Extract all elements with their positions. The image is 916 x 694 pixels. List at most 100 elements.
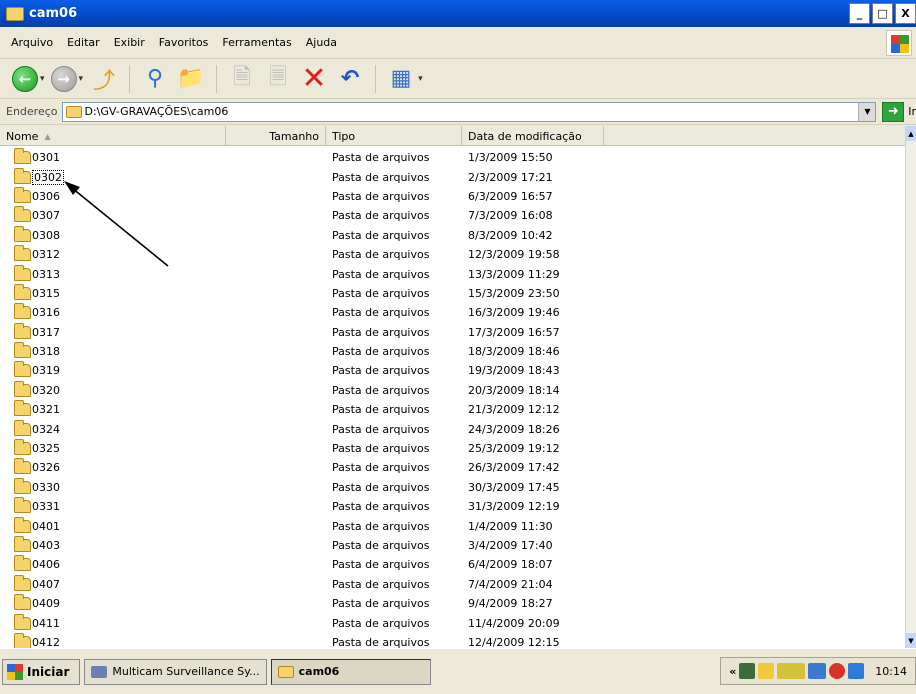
table-row[interactable]: 0302 Pasta de arquivos 2/3/2009 17:21 [0, 167, 905, 186]
file-name-cell[interactable]: 0319 [0, 361, 226, 378]
menu-arquivo[interactable]: Arquivo [4, 36, 60, 49]
tray-messenger-icon[interactable] [808, 663, 827, 679]
table-row[interactable]: 0317 Pasta de arquivos 17/3/2009 16:57 [0, 322, 905, 342]
file-name-cell[interactable]: 0320 [0, 380, 226, 397]
table-row[interactable]: 0406 Pasta de arquivos 6/4/2009 18:07 [0, 555, 905, 574]
minimize-button[interactable]: _ [849, 3, 870, 24]
file-name-cell[interactable]: 0302 [0, 167, 226, 185]
file-name-cell[interactable]: 0313 [0, 264, 226, 281]
file-name-cell[interactable]: 0325 [0, 439, 226, 456]
file-name: 0318 [32, 345, 60, 359]
table-row[interactable]: 0331 Pasta de arquivos 31/3/2009 12:19 [0, 497, 905, 516]
copy-to-icon[interactable]: 🗏 [263, 64, 293, 94]
file-name-cell[interactable]: 0318 [0, 342, 226, 359]
column-header-name[interactable]: Nome ▲ [0, 126, 226, 146]
file-name-cell[interactable]: 0315 [0, 283, 226, 300]
table-row[interactable]: 0308 Pasta de arquivos 8/3/2009 10:42 [0, 225, 905, 245]
table-row[interactable]: 0306 Pasta de arquivos 6/3/2009 16:57 [0, 186, 905, 206]
file-type-cell: Pasta de arquivos [332, 286, 430, 300]
file-name-cell[interactable]: 0326 [0, 458, 226, 475]
file-name-cell[interactable]: 0411 [0, 613, 226, 630]
table-row[interactable]: 0301 Pasta de arquivos 1/3/2009 15:50 [0, 148, 905, 167]
file-name-cell[interactable]: 0403 [0, 536, 226, 552]
search-icon[interactable]: ⚲ [140, 64, 170, 94]
table-row[interactable]: 0319 Pasta de arquivos 19/3/2009 18:43 [0, 361, 905, 380]
menu-ajuda[interactable]: Ajuda [299, 36, 344, 49]
file-name-cell[interactable]: 0301 [0, 148, 226, 165]
file-name-cell[interactable]: 0306 [0, 186, 226, 203]
table-row[interactable]: 0409 Pasta de arquivos 9/4/2009 18:27 [0, 594, 905, 613]
go-arrow-icon[interactable]: ➜ [882, 101, 905, 122]
table-row[interactable]: 0307 Pasta de arquivos 7/3/2009 16:08 [0, 206, 905, 225]
scroll-up-icon[interactable]: ▲ [906, 126, 916, 141]
file-name: 0301 [32, 151, 60, 165]
column-header-type[interactable]: Tipo [326, 126, 462, 146]
tray-folder-icon[interactable] [758, 663, 775, 679]
back-icon[interactable]: ← [12, 65, 38, 92]
menu-ferramentas[interactable]: Ferramentas [215, 36, 298, 49]
vertical-scrollbar[interactable]: ▲ ▼ [905, 126, 916, 648]
file-name-cell[interactable]: 0331 [0, 497, 226, 514]
close-button[interactable]: X [895, 3, 916, 24]
file-name-cell[interactable]: 0324 [0, 419, 226, 436]
tray-antivirus-icon[interactable] [829, 663, 846, 679]
file-name-cell[interactable]: 0409 [0, 594, 226, 611]
tray-expand-icon[interactable]: « [729, 665, 736, 678]
table-row[interactable]: 0401 Pasta de arquivos 1/4/2009 11:30 [0, 516, 905, 535]
maximize-button[interactable]: □ [872, 3, 893, 24]
views-icon[interactable]: ▦ [386, 64, 416, 94]
file-name-cell[interactable]: 0307 [0, 206, 226, 223]
table-row[interactable]: 0326 Pasta de arquivos 26/3/2009 17:42 [0, 458, 905, 477]
scroll-down-icon[interactable]: ▼ [906, 633, 916, 648]
menu-favoritos[interactable]: Favoritos [152, 36, 216, 49]
move-to-icon[interactable]: 🗎 [227, 64, 257, 94]
table-row[interactable]: 0320 Pasta de arquivos 20/3/2009 18:14 [0, 380, 905, 400]
up-icon[interactable]: ⤴ [89, 64, 119, 94]
tray-network-icon[interactable] [777, 663, 806, 679]
table-row[interactable]: 0330 Pasta de arquivos 30/3/2009 17:45 [0, 477, 905, 497]
table-row[interactable]: 0411 Pasta de arquivos 11/4/2009 20:09 [0, 613, 905, 632]
table-row[interactable]: 0324 Pasta de arquivos 24/3/2009 18:26 [0, 419, 905, 438]
file-name-cell[interactable]: 0308 [0, 225, 226, 242]
back-dropdown-icon[interactable]: ▾ [40, 74, 45, 84]
column-header-size[interactable]: Tamanho [226, 126, 326, 146]
taskbar-item-multicam[interactable]: Multicam Surveillance Sy... [84, 658, 267, 685]
file-name-cell[interactable]: 0401 [0, 516, 226, 533]
tray-app-icon[interactable] [739, 663, 756, 679]
table-row[interactable]: 0315 Pasta de arquivos 15/3/2009 23:50 [0, 283, 905, 303]
file-name-cell[interactable]: 0406 [0, 555, 226, 572]
tray-monitor-icon[interactable] [848, 663, 865, 679]
forward-dropdown-icon[interactable]: ▾ [79, 74, 84, 84]
table-row[interactable]: 0412 Pasta de arquivos 12/4/2009 12:15 [0, 632, 905, 648]
address-input[interactable]: D:\GV-GRAVAÇÕES\cam06 ▼ [61, 101, 877, 122]
file-name-cell[interactable]: 0312 [0, 245, 226, 262]
address-dropdown-icon[interactable]: ▼ [858, 102, 876, 121]
table-row[interactable]: 0321 Pasta de arquivos 21/3/2009 12:12 [0, 400, 905, 419]
file-date-cell: 15/3/2009 23:50 [468, 286, 560, 300]
delete-icon[interactable]: ✕ [299, 61, 329, 96]
file-name-cell[interactable]: 0330 [0, 477, 226, 494]
file-name-cell[interactable]: 0407 [0, 574, 226, 591]
file-name-cell[interactable]: 0412 [0, 632, 226, 648]
table-row[interactable]: 0312 Pasta de arquivos 12/3/2009 19:58 [0, 245, 905, 264]
go-button[interactable]: Ir [908, 105, 916, 118]
table-row[interactable]: 0407 Pasta de arquivos 7/4/2009 21:04 [0, 574, 905, 594]
table-row[interactable]: 0325 Pasta de arquivos 25/3/2009 19:12 [0, 439, 905, 458]
taskbar-item-cam06[interactable]: cam06 [270, 658, 431, 685]
table-row[interactable]: 0318 Pasta de arquivos 18/3/2009 18:46 [0, 342, 905, 361]
forward-icon[interactable]: → [50, 65, 77, 92]
start-button[interactable]: Iniciar [2, 658, 81, 685]
file-name-cell[interactable]: 0317 [0, 322, 226, 339]
column-header-date[interactable]: Data de modificação [462, 126, 604, 146]
table-row[interactable]: 0316 Pasta de arquivos 16/3/2009 19:46 [0, 303, 905, 322]
file-name-cell[interactable]: 0316 [0, 303, 226, 320]
table-row[interactable]: 0313 Pasta de arquivos 13/3/2009 11:29 [0, 264, 905, 283]
undo-icon[interactable]: ↶ [335, 64, 365, 94]
menu-editar[interactable]: Editar [60, 36, 107, 49]
file-name: 0403 [32, 539, 60, 552]
folders-icon[interactable]: 📁 [176, 64, 206, 94]
file-name-cell[interactable]: 0321 [0, 400, 226, 417]
table-row[interactable]: 0403 Pasta de arquivos 3/4/2009 17:40 [0, 536, 905, 555]
menu-exibir[interactable]: Exibir [107, 36, 152, 49]
views-dropdown-icon[interactable]: ▾ [418, 74, 423, 84]
